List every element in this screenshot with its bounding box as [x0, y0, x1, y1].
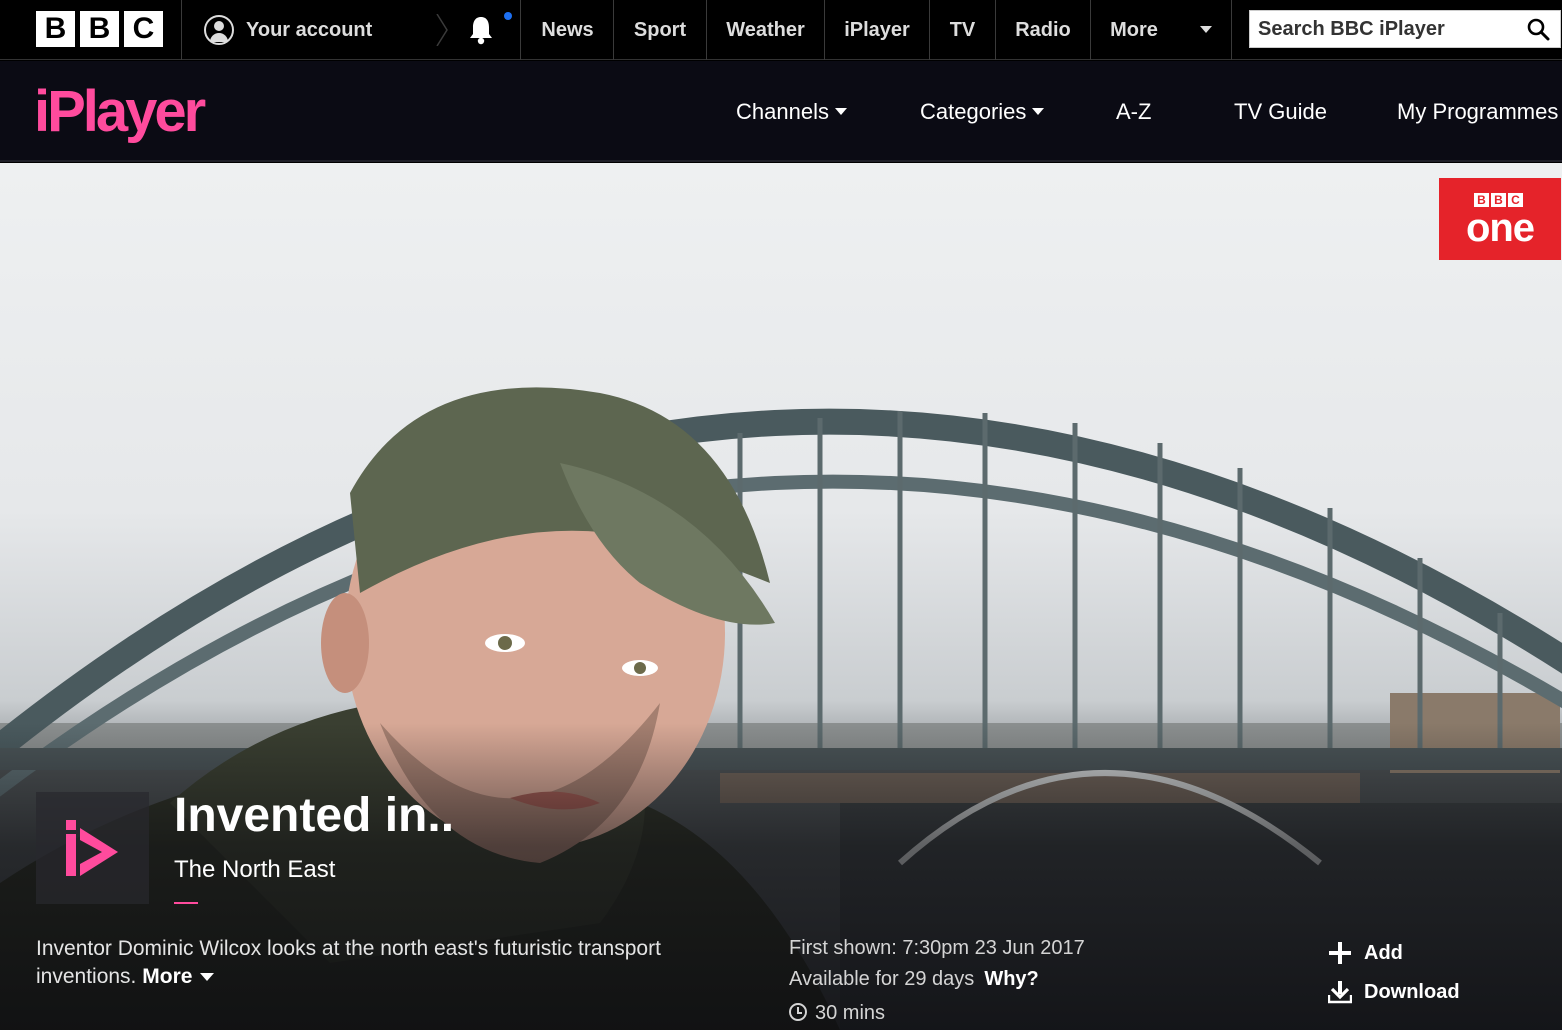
plus-icon [1329, 942, 1351, 964]
more-label: More [142, 965, 193, 988]
duration-text: 30 mins [815, 1002, 886, 1024]
badge-bbc-letter: C [1508, 193, 1523, 207]
synopsis-text: Inventor Dominic Wilcox looks at the nor… [36, 937, 661, 988]
first-shown: First shown: 7:30pm 23 Jun 2017 [789, 937, 1085, 959]
nav-tv[interactable]: TV [930, 0, 995, 60]
bbc-logo-letter: C [124, 11, 163, 47]
programme-synopsis: Inventor Dominic Wilcox looks at the nor… [36, 935, 726, 991]
nav-my-programmes[interactable]: My Programmes [1397, 61, 1558, 162]
account-label: Your account [246, 18, 373, 41]
more-dropdown-caret-icon[interactable] [1200, 26, 1212, 33]
nav-news[interactable]: News [522, 0, 613, 60]
accent-rule [174, 902, 198, 904]
badge-bbc-letter: B [1491, 193, 1506, 207]
play-button[interactable] [36, 792, 149, 904]
synopsis-more-button[interactable]: More [142, 965, 215, 988]
bbc-one-channel-badge: B B C one [1439, 178, 1561, 260]
chevron-down-icon [834, 108, 847, 115]
nav-more[interactable]: More [1091, 0, 1177, 60]
chevron-down-icon [200, 973, 215, 982]
divider [1231, 0, 1232, 60]
badge-bbc-letter: B [1474, 193, 1489, 207]
search-box [1249, 10, 1561, 48]
iplayer-header: iPlayer Channels Categories A-Z TV Guide… [0, 61, 1562, 162]
bbc-logo[interactable]: B B C [36, 11, 163, 47]
bbc-logo-letter: B [36, 11, 75, 47]
add-button[interactable]: Add [1328, 941, 1403, 965]
divider [520, 0, 521, 60]
search-input[interactable] [1250, 11, 1515, 47]
nav-tv-guide[interactable]: TV Guide [1234, 61, 1327, 162]
iplayer-play-icon [66, 820, 118, 876]
download-button[interactable]: Download [1328, 980, 1460, 1004]
nav-iplayer[interactable]: iPlayer [825, 0, 929, 60]
nav-categories[interactable]: Categories [920, 61, 1045, 162]
nav-radio[interactable]: Radio [996, 0, 1090, 60]
programme-title: Invented in.. [174, 789, 455, 842]
availability-row: Available for 29 days Why? [789, 968, 1039, 991]
programme-subtitle: The North East [174, 856, 336, 883]
nav-weather[interactable]: Weather [707, 0, 824, 60]
nav-sport[interactable]: Sport [614, 0, 706, 60]
nav-a-z[interactable]: A-Z [1116, 61, 1151, 162]
why-link[interactable]: Why? [984, 968, 1038, 990]
divider [181, 0, 182, 60]
download-label: Download [1364, 980, 1460, 1003]
programme-hero [0, 163, 1562, 1030]
nav-categories-label: Categories [920, 98, 1027, 124]
availability-text: Available for 29 days [789, 968, 975, 990]
nav-channels-label: Channels [736, 98, 829, 124]
nav-channels[interactable]: Channels [736, 61, 847, 162]
iplayer-logo[interactable]: iPlayer [34, 83, 206, 141]
download-icon [1328, 981, 1352, 1004]
badge-channel-name: one [1465, 206, 1535, 250]
add-label: Add [1364, 941, 1403, 964]
search-icon[interactable] [1526, 17, 1550, 41]
notification-dot [504, 12, 512, 20]
duration-row: 30 mins [789, 1002, 885, 1025]
your-account-link[interactable]: Your account [204, 0, 372, 60]
notifications-bell-icon[interactable] [466, 14, 496, 46]
clock-icon [789, 1003, 807, 1021]
chevron-down-icon [1032, 108, 1045, 115]
badge-bbc-logo: B B C [1474, 193, 1523, 207]
bbc-global-bar: B B C Your account News Sport Weather iP… [0, 0, 1562, 60]
chevron-divider-icon [436, 14, 448, 46]
account-icon [204, 15, 234, 45]
bbc-logo-letter: B [80, 11, 119, 47]
